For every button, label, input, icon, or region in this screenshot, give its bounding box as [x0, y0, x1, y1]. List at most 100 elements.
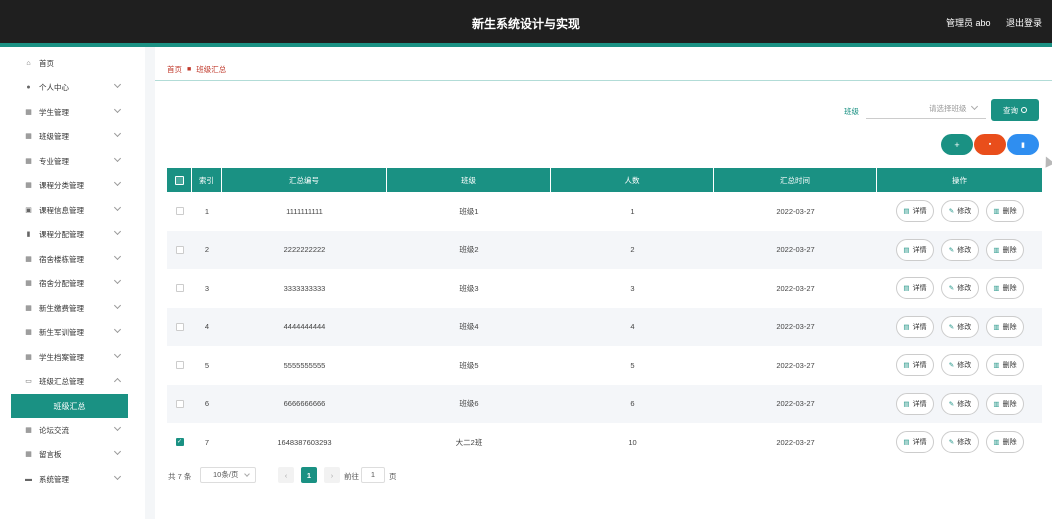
edit-button[interactable]: ✎ 修改 [941, 392, 979, 415]
sidebar-item-students[interactable]: ▦ 学生管理 [0, 101, 145, 123]
sidebar-item-majors[interactable]: ▦ 专业管理 [0, 150, 145, 172]
pencil-icon: ✎ [948, 400, 955, 408]
goto-page-input[interactable]: 1 [361, 467, 385, 483]
grid-icon: ▦ [25, 158, 32, 165]
chevron-down-icon [113, 276, 122, 285]
row-checkbox[interactable]: ✓ [175, 438, 184, 446]
detail-button[interactable]: ▤ 详情 [896, 277, 934, 299]
user-role-label: 管理员 abo [946, 18, 991, 28]
table-row: 3 3333333333 班级3 3 2022-03-27 ▤ 详情 ✎ 修改 ▥ 删除 [167, 269, 1042, 307]
chevron-down-icon [113, 154, 122, 163]
sidebar-item-dorm-assign[interactable]: ▦ 宿舍分配管理 [0, 272, 145, 294]
summary-time-cell: 2022-03-27 [776, 245, 815, 254]
row-select-cell [167, 346, 192, 384]
select-all-checkbox[interactable] [174, 175, 184, 185]
sidebar-item-course-assign[interactable]: ▮ 课程分配管理 [0, 223, 145, 245]
pencil-icon: ✎ [948, 439, 955, 446]
detail-button[interactable]: ▤ 详情 [896, 431, 934, 453]
edit-button[interactable]: ✎ 修改 [941, 354, 979, 376]
class-filter-select[interactable]: 请选择班级 [866, 99, 986, 119]
sidebar-item-archives[interactable]: ▦ 学生档案管理 [0, 346, 145, 368]
chevron-down-icon [113, 129, 122, 138]
delete-button-label: 删除 [1002, 208, 1017, 215]
detail-button[interactable]: ▤ 详情 [896, 315, 934, 338]
row-checkbox[interactable] [175, 361, 184, 369]
edit-button-label: 修改 [957, 208, 972, 215]
row-checkbox[interactable] [175, 207, 184, 215]
delete-button[interactable]: ▥ 删除 [986, 238, 1024, 261]
grid-icon: ▦ [25, 354, 32, 361]
logout-link[interactable]: 退出登录 [1006, 16, 1042, 29]
edit-button[interactable]: ✎ 修改 [941, 315, 979, 338]
next-page-button[interactable]: › [324, 467, 340, 483]
sidebar-item-course-info[interactable]: ▣ 课程信息管理 [0, 199, 145, 221]
statistics-button[interactable]: ▮ [1007, 134, 1039, 155]
detail-button-label: 详情 [912, 285, 927, 292]
breadcrumb-current: 班级汇总 [196, 65, 227, 74]
delete-button[interactable]: ▥ 删除 [986, 392, 1024, 415]
delete-button-label: 删除 [1002, 323, 1017, 331]
edit-button[interactable]: ✎ 修改 [941, 238, 979, 261]
summary-code-cell: 3333333333 [283, 283, 326, 293]
detail-button[interactable]: ▤ 详情 [896, 200, 934, 222]
select-all-cell [167, 168, 192, 192]
sidebar-item-label: 课程信息管理 [39, 205, 84, 215]
row-checkbox[interactable] [175, 322, 184, 331]
page-size-select[interactable]: 10条/页 [200, 467, 256, 483]
delete-button[interactable]: ▥ 删除 [986, 277, 1024, 299]
pencil-icon: ✎ [948, 362, 955, 369]
bar-chart-icon: ▮ [1021, 141, 1025, 149]
query-button[interactable]: 查询 [991, 99, 1039, 121]
delete-button[interactable]: ▥ 删除 [986, 431, 1024, 453]
row-checkbox[interactable] [175, 284, 184, 292]
grid-icon: ▦ [25, 305, 32, 312]
class-cell: 班级2 [459, 245, 479, 254]
sidebar-item-military-training[interactable]: ▦ 新生军训管理 [0, 321, 145, 343]
sidebar-item-course-categories[interactable]: ▦ 课程分类管理 [0, 174, 145, 196]
edit-button[interactable]: ✎ 修改 [941, 200, 979, 222]
detail-button[interactable]: ▤ 详情 [896, 238, 934, 261]
prev-page-button[interactable]: ‹ [278, 467, 294, 483]
sidebar-item-classes[interactable]: ▦ 班级管理 [0, 125, 145, 147]
sidebar-item-profile[interactable]: ● 个人中心 [0, 76, 145, 98]
search-icon [1021, 107, 1027, 113]
detail-button[interactable]: ▤ 详情 [896, 354, 934, 376]
grid-icon: ▦ [25, 329, 32, 336]
add-button[interactable]: + [941, 134, 973, 155]
chevron-down-icon [113, 252, 122, 261]
trash-icon: ▥ [993, 246, 1000, 254]
trash-icon: ▥ [993, 362, 1000, 369]
class-cell: 大二2班 [455, 437, 483, 447]
breadcrumb-home[interactable]: 首页 [167, 64, 182, 75]
sidebar-item-messages[interactable]: ▦ 留言板 [0, 443, 145, 465]
detail-button[interactable]: ▤ 详情 [896, 392, 934, 415]
row-select-cell [167, 231, 192, 269]
edit-button[interactable]: ✎ 修改 [941, 431, 979, 453]
batch-delete-button[interactable]: ▪ [974, 134, 1006, 155]
sidebar-item-class-summary[interactable]: ▭ 班级汇总管理 [0, 370, 145, 392]
index-cell: 7 [204, 437, 210, 447]
page-number-button[interactable]: 1 [301, 467, 317, 483]
edit-button[interactable]: ✎ 修改 [941, 277, 979, 299]
row-select-cell: ✓ [167, 423, 192, 461]
summary-code-cell: 2222222222 [283, 245, 326, 254]
table-row: 2 2222222222 班级2 2 2022-03-27 ▤ 详情 ✎ 修改 ▥ 删除 [167, 230, 1042, 269]
monitor-icon: ▭ [25, 378, 32, 385]
class-cell: 班级3 [459, 283, 479, 293]
chevron-down-icon [113, 80, 122, 89]
sidebar-subitem-class-summary[interactable]: 班级汇总 [11, 394, 128, 418]
sidebar-item-system[interactable]: ▬ 系统管理 [0, 468, 145, 490]
row-checkbox[interactable] [175, 399, 184, 408]
delete-button[interactable]: ▥ 删除 [986, 354, 1024, 376]
sidebar-item-forum[interactable]: ▦ 论坛交流 [0, 419, 145, 441]
chevron-left-icon: ‹ [284, 470, 288, 480]
index-cell: 1 [204, 206, 210, 216]
delete-button[interactable]: ▥ 删除 [986, 315, 1024, 338]
class-cell: 班级4 [459, 322, 479, 331]
sidebar-item-home[interactable]: ⌂ 首页 [0, 52, 145, 74]
sidebar-item-dorm-buildings[interactable]: ▦ 宿舍楼栋管理 [0, 248, 145, 270]
grid-icon: ▦ [25, 451, 32, 458]
sidebar-item-fees[interactable]: ▦ 新生缴费管理 [0, 297, 145, 319]
delete-button[interactable]: ▥ 删除 [986, 200, 1024, 222]
row-checkbox[interactable] [175, 245, 184, 254]
